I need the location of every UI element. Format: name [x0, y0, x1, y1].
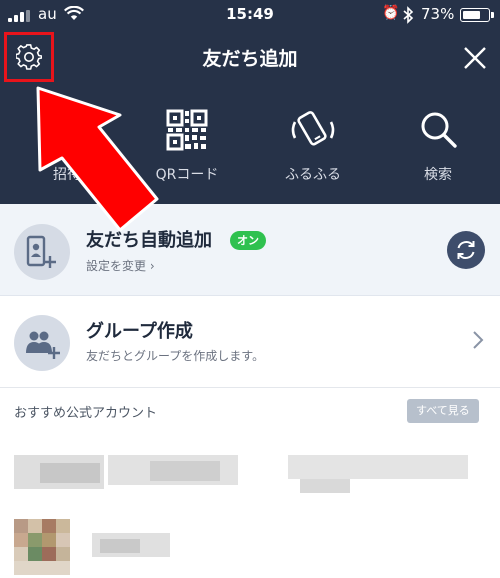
refresh-button[interactable] [447, 231, 485, 269]
group-avatar [14, 315, 70, 371]
battery-percentage: 73% [421, 5, 455, 23]
invite-action[interactable]: 招待 [7, 85, 127, 204]
page-title: 友だち追加 [202, 48, 298, 70]
shake-phone-icon [291, 111, 335, 146]
list-item[interactable] [0, 443, 500, 509]
add-methods-bar: 招待 QRコード ふるふる 検索 [0, 85, 500, 204]
refresh-icon [457, 241, 475, 259]
contacts-add-icon [26, 235, 56, 268]
qr-code-label: QRコード [155, 167, 219, 183]
status-badge: オン [230, 231, 266, 250]
close-button[interactable] [460, 43, 490, 73]
group-add-icon [26, 331, 60, 359]
alarm-icon: ⏰ [382, 5, 400, 21]
invite-label: 招待 [53, 167, 81, 183]
see-all-button[interactable]: すべて見る [407, 399, 479, 423]
nav-bar: 友だち追加 [0, 30, 500, 85]
chevron-right-icon [473, 331, 484, 349]
search-icon [421, 112, 457, 148]
create-group-row[interactable]: グループ作成 友だちとグループを作成します。 [0, 297, 500, 388]
search-action[interactable]: 検索 [378, 85, 498, 204]
recommended-accounts-list [0, 433, 500, 578]
close-icon [464, 47, 486, 69]
create-group-title: グループ作成 [86, 321, 193, 342]
bluetooth-icon [403, 6, 414, 24]
auto-add-avatar [14, 224, 70, 280]
section-title: おすすめ公式アカウント [14, 406, 158, 421]
auto-add-title: 友だち自動追加 [86, 230, 212, 251]
change-settings-link[interactable]: 設定を変更 › [86, 257, 155, 274]
create-group-subtitle: 友だちとグループを作成します。 [86, 349, 265, 363]
invite-icon [52, 117, 82, 141]
recommended-accounts-header: おすすめ公式アカウント すべて見る [0, 389, 500, 433]
qr-code-action[interactable]: QRコード [127, 85, 247, 204]
battery-icon [460, 8, 494, 22]
shake-action[interactable]: ふるふる [253, 85, 373, 204]
search-label: 検索 [424, 167, 452, 183]
auto-add-friends-row[interactable]: 友だち自動追加 オン 設定を変更 › [0, 204, 500, 296]
qr-code-icon [166, 109, 208, 151]
status-bar: au 15:49 ⏰ 73% [0, 0, 500, 30]
list-item[interactable] [0, 511, 500, 578]
shake-label: ふるふる [285, 167, 341, 183]
